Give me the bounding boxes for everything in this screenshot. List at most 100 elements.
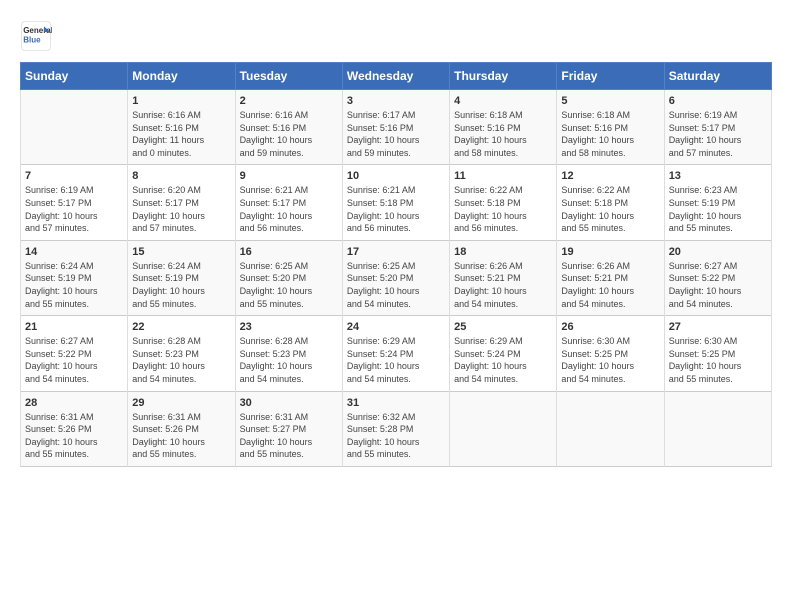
day-info: Sunrise: 6:28 AM Sunset: 5:23 PM Dayligh…: [132, 335, 230, 385]
day-info: Sunrise: 6:16 AM Sunset: 5:16 PM Dayligh…: [132, 109, 230, 159]
calendar-cell: 16 Sunrise: 6:25 AM Sunset: 5:20 PM Dayli…: [235, 240, 342, 315]
calendar-cell: 31 Sunrise: 6:32 AM Sunset: 5:28 PM Dayli…: [342, 391, 449, 466]
day-number: 16: [240, 246, 338, 258]
day-number: 18: [454, 246, 552, 258]
day-info: Sunrise: 6:31 AM Sunset: 5:26 PM Dayligh…: [132, 411, 230, 461]
day-info: Sunrise: 6:30 AM Sunset: 5:25 PM Dayligh…: [561, 335, 659, 385]
day-info: Sunrise: 6:24 AM Sunset: 5:19 PM Dayligh…: [25, 260, 123, 310]
calendar-week-row: 14Sunrise: 6:24 AM Sunset: 5:19 PM Dayli…: [21, 240, 772, 315]
day-info: Sunrise: 6:22 AM Sunset: 5:18 PM Dayligh…: [454, 184, 552, 234]
calendar-day-header: Wednesday: [342, 63, 449, 90]
day-info: Sunrise: 6:29 AM Sunset: 5:24 PM Dayligh…: [347, 335, 445, 385]
day-number: 3: [347, 95, 445, 107]
day-info: Sunrise: 6:19 AM Sunset: 5:17 PM Dayligh…: [25, 184, 123, 234]
calendar-cell: 4 Sunrise: 6:18 AM Sunset: 5:16 PM Daylig…: [450, 90, 557, 165]
day-info: Sunrise: 6:18 AM Sunset: 5:16 PM Dayligh…: [454, 109, 552, 159]
day-number: 28: [25, 397, 123, 409]
day-number: 1: [132, 95, 230, 107]
calendar-cell: 11 Sunrise: 6:22 AM Sunset: 5:18 PM Dayli…: [450, 165, 557, 240]
calendar-cell: 26 Sunrise: 6:30 AM Sunset: 5:25 PM Dayli…: [557, 316, 664, 391]
calendar-day-header: Sunday: [21, 63, 128, 90]
calendar-cell: 6 Sunrise: 6:19 AM Sunset: 5:17 PM Daylig…: [664, 90, 771, 165]
day-info: Sunrise: 6:24 AM Sunset: 5:19 PM Dayligh…: [132, 260, 230, 310]
calendar-cell: 1 Sunrise: 6:16 AM Sunset: 5:16 PM Daylig…: [128, 90, 235, 165]
day-info: Sunrise: 6:25 AM Sunset: 5:20 PM Dayligh…: [240, 260, 338, 310]
logo: General Blue: [20, 20, 56, 52]
calendar-cell: 21Sunrise: 6:27 AM Sunset: 5:22 PM Dayli…: [21, 316, 128, 391]
day-info: Sunrise: 6:17 AM Sunset: 5:16 PM Dayligh…: [347, 109, 445, 159]
day-number: 10: [347, 170, 445, 182]
calendar-week-row: 28 Sunrise: 6:31 AM Sunset: 5:26 PM Dayli…: [21, 391, 772, 466]
calendar-week-row: 1 Sunrise: 6:16 AM Sunset: 5:16 PM Daylig…: [21, 90, 772, 165]
page-header: General Blue: [20, 20, 772, 52]
calendar-cell: 15 Sunrise: 6:24 AM Sunset: 5:19 PM Dayli…: [128, 240, 235, 315]
calendar-body: 1 Sunrise: 6:16 AM Sunset: 5:16 PM Daylig…: [21, 90, 772, 467]
calendar-cell: 12Sunrise: 6:22 AM Sunset: 5:18 PM Dayli…: [557, 165, 664, 240]
day-info: Sunrise: 6:28 AM Sunset: 5:23 PM Dayligh…: [240, 335, 338, 385]
calendar-cell: 22 Sunrise: 6:28 AM Sunset: 5:23 PM Dayli…: [128, 316, 235, 391]
calendar-cell: 8 Sunrise: 6:20 AM Sunset: 5:17 PM Daylig…: [128, 165, 235, 240]
calendar-cell: [21, 90, 128, 165]
day-number: 12: [561, 170, 659, 182]
day-info: Sunrise: 6:29 AM Sunset: 5:24 PM Dayligh…: [454, 335, 552, 385]
day-number: 24: [347, 321, 445, 333]
calendar-cell: 29 Sunrise: 6:31 AM Sunset: 5:26 PM Dayli…: [128, 391, 235, 466]
day-number: 20: [669, 246, 767, 258]
calendar-header-row: SundayMondayTuesdayWednesdayThursdayFrid…: [21, 63, 772, 90]
day-number: 6: [669, 95, 767, 107]
calendar-cell: [557, 391, 664, 466]
day-info: Sunrise: 6:30 AM Sunset: 5:25 PM Dayligh…: [669, 335, 767, 385]
day-number: 2: [240, 95, 338, 107]
calendar-cell: 13 Sunrise: 6:23 AM Sunset: 5:19 PM Dayli…: [664, 165, 771, 240]
calendar-cell: 7Sunrise: 6:19 AM Sunset: 5:17 PM Daylig…: [21, 165, 128, 240]
calendar-cell: 24 Sunrise: 6:29 AM Sunset: 5:24 PM Dayli…: [342, 316, 449, 391]
calendar-cell: 14Sunrise: 6:24 AM Sunset: 5:19 PM Dayli…: [21, 240, 128, 315]
calendar-cell: [450, 391, 557, 466]
calendar-cell: 27 Sunrise: 6:30 AM Sunset: 5:25 PM Dayli…: [664, 316, 771, 391]
day-number: 11: [454, 170, 552, 182]
day-number: 26: [561, 321, 659, 333]
day-info: Sunrise: 6:25 AM Sunset: 5:20 PM Dayligh…: [347, 260, 445, 310]
calendar-cell: 20 Sunrise: 6:27 AM Sunset: 5:22 PM Dayli…: [664, 240, 771, 315]
day-number: 9: [240, 170, 338, 182]
calendar-cell: 9Sunrise: 6:21 AM Sunset: 5:17 PM Daylig…: [235, 165, 342, 240]
day-number: 30: [240, 397, 338, 409]
calendar-day-header: Thursday: [450, 63, 557, 90]
calendar-cell: 10 Sunrise: 6:21 AM Sunset: 5:18 PM Dayli…: [342, 165, 449, 240]
day-info: Sunrise: 6:19 AM Sunset: 5:17 PM Dayligh…: [669, 109, 767, 159]
calendar-day-header: Saturday: [664, 63, 771, 90]
calendar-day-header: Monday: [128, 63, 235, 90]
day-info: Sunrise: 6:21 AM Sunset: 5:18 PM Dayligh…: [347, 184, 445, 234]
day-info: Sunrise: 6:23 AM Sunset: 5:19 PM Dayligh…: [669, 184, 767, 234]
calendar-cell: 3 Sunrise: 6:17 AM Sunset: 5:16 PM Daylig…: [342, 90, 449, 165]
day-info: Sunrise: 6:20 AM Sunset: 5:17 PM Dayligh…: [132, 184, 230, 234]
calendar-cell: 5 Sunrise: 6:18 AM Sunset: 5:16 PM Daylig…: [557, 90, 664, 165]
day-info: Sunrise: 6:18 AM Sunset: 5:16 PM Dayligh…: [561, 109, 659, 159]
day-number: 31: [347, 397, 445, 409]
day-number: 4: [454, 95, 552, 107]
day-number: 19: [561, 246, 659, 258]
day-info: Sunrise: 6:26 AM Sunset: 5:21 PM Dayligh…: [561, 260, 659, 310]
day-number: 15: [132, 246, 230, 258]
day-info: Sunrise: 6:26 AM Sunset: 5:21 PM Dayligh…: [454, 260, 552, 310]
day-number: 23: [240, 321, 338, 333]
day-number: 17: [347, 246, 445, 258]
calendar-cell: 23 Sunrise: 6:28 AM Sunset: 5:23 PM Dayli…: [235, 316, 342, 391]
day-number: 13: [669, 170, 767, 182]
day-number: 8: [132, 170, 230, 182]
day-number: 5: [561, 95, 659, 107]
calendar-cell: 19 Sunrise: 6:26 AM Sunset: 5:21 PM Dayli…: [557, 240, 664, 315]
calendar-day-header: Friday: [557, 63, 664, 90]
day-info: Sunrise: 6:32 AM Sunset: 5:28 PM Dayligh…: [347, 411, 445, 461]
day-info: Sunrise: 6:31 AM Sunset: 5:26 PM Dayligh…: [25, 411, 123, 461]
calendar-table: SundayMondayTuesdayWednesdayThursdayFrid…: [20, 62, 772, 467]
calendar-cell: 30Sunrise: 6:31 AM Sunset: 5:27 PM Dayli…: [235, 391, 342, 466]
day-number: 29: [132, 397, 230, 409]
day-number: 27: [669, 321, 767, 333]
day-number: 22: [132, 321, 230, 333]
day-info: Sunrise: 6:27 AM Sunset: 5:22 PM Dayligh…: [25, 335, 123, 385]
calendar-cell: 2Sunrise: 6:16 AM Sunset: 5:16 PM Daylig…: [235, 90, 342, 165]
calendar-cell: 25 Sunrise: 6:29 AM Sunset: 5:24 PM Dayli…: [450, 316, 557, 391]
day-info: Sunrise: 6:27 AM Sunset: 5:22 PM Dayligh…: [669, 260, 767, 310]
day-number: 25: [454, 321, 552, 333]
